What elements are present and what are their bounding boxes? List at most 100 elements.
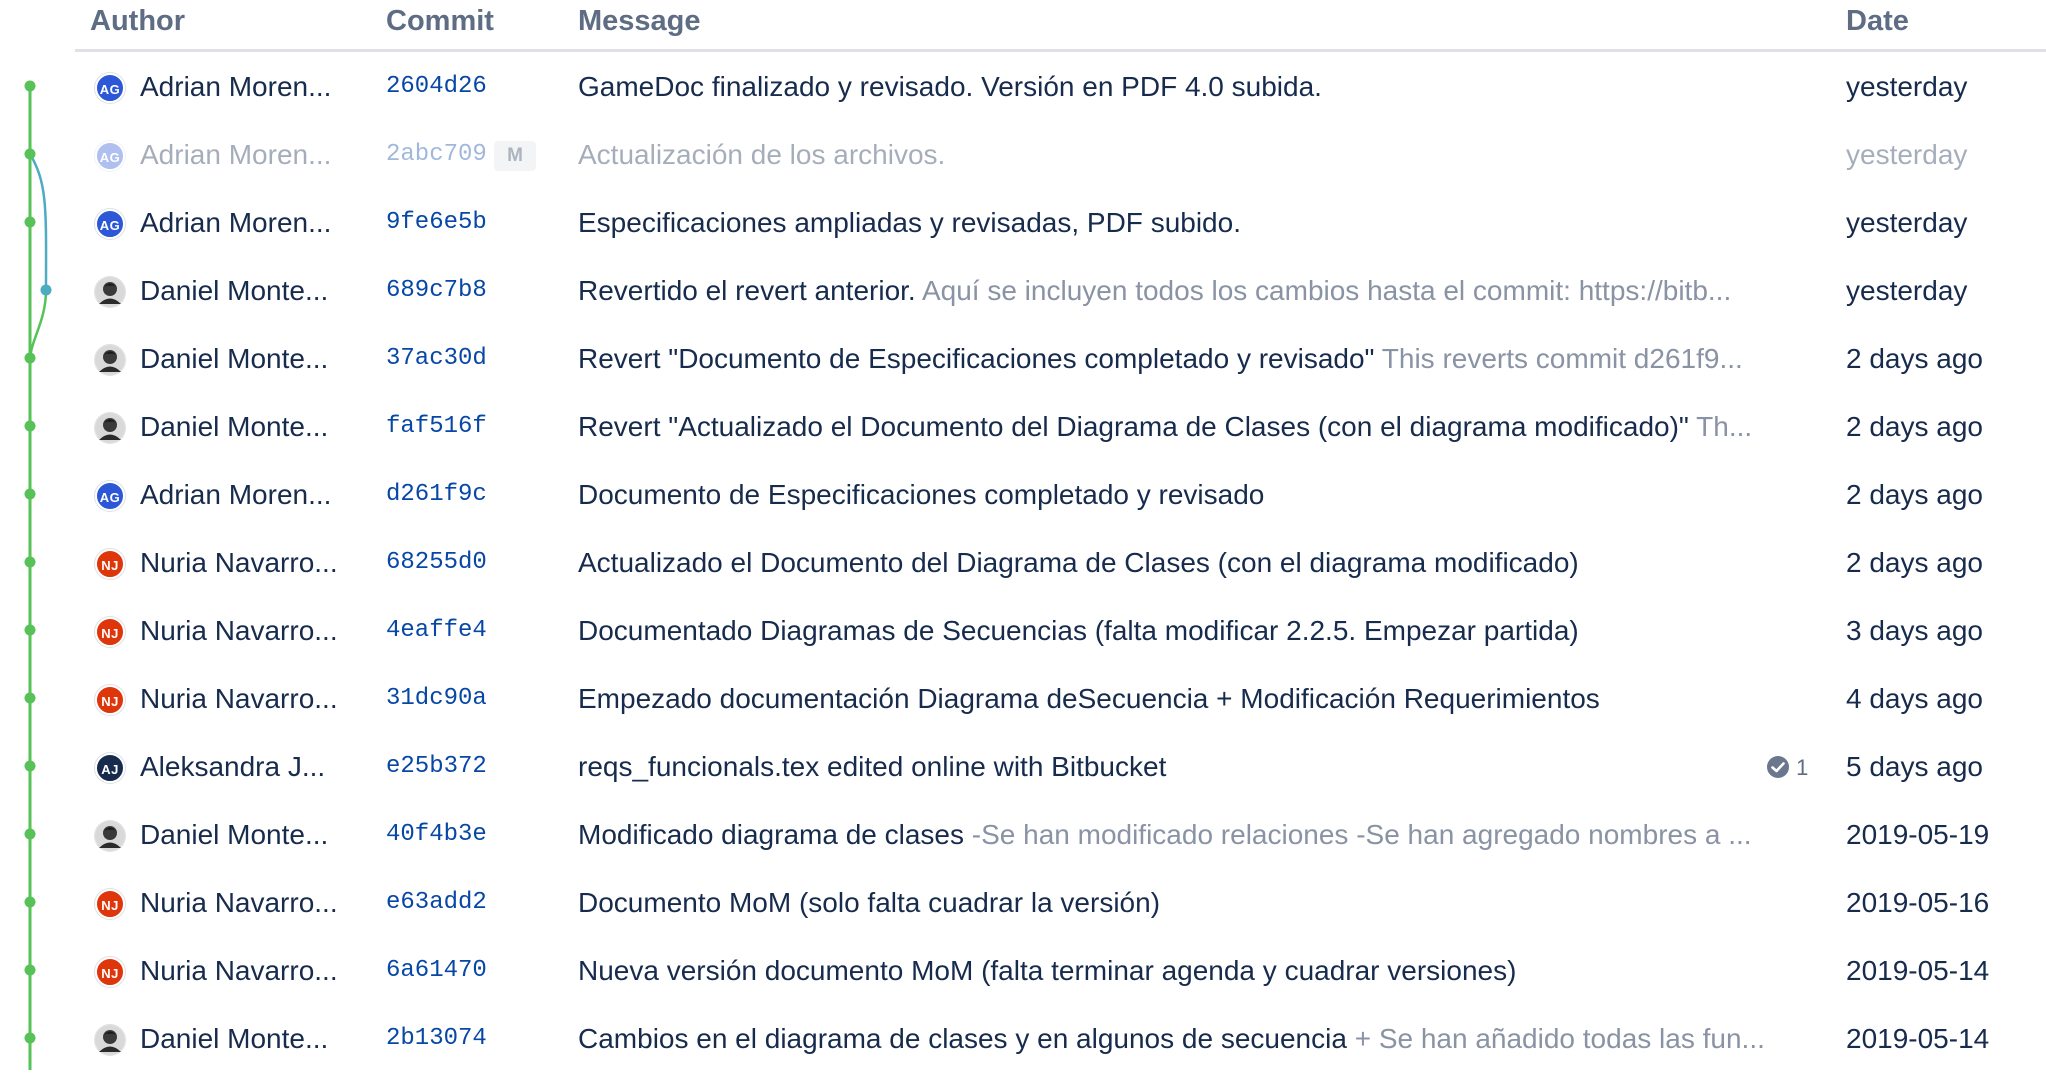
commit-message-link[interactable]: Empezado documentación Diagrama deSecuen… — [578, 679, 1794, 719]
commit-date: 5 days ago — [1846, 751, 1983, 782]
build-status[interactable]: 1 — [1766, 754, 1808, 782]
commit-date: yesterday — [1846, 71, 1968, 102]
commit-message-link[interactable]: Documento MoM (solo falta cuadrar la ver… — [578, 883, 1794, 923]
author-avatar[interactable] — [95, 821, 125, 851]
commit-message-title: Documento de Especificaciones completado… — [578, 479, 1265, 510]
commit-hash-link[interactable]: 6a61470 — [386, 953, 487, 989]
commit-row[interactable]: Daniel Monte... 40f4b3e Modificado diagram… — [0, 801, 2046, 869]
commit-date: 2019-05-16 — [1846, 887, 1990, 918]
commit-date: 3 days ago — [1846, 615, 1983, 646]
author-avatar[interactable]: AG — [95, 481, 125, 511]
commit-message-title: Revert "Documento de Especificaciones co… — [578, 343, 1375, 374]
commit-message-title: Modificado diagrama de clases — [578, 819, 964, 850]
author-name: Adrian Moren... — [140, 71, 332, 102]
commit-hash-link[interactable]: 31dc90a — [386, 681, 487, 717]
commit-row[interactable]: AJ Aleksandra J... e25b372 reqs_funcionals.… — [0, 733, 2046, 801]
author-avatar[interactable]: NJ — [95, 957, 125, 987]
commit-row[interactable]: NJ Nuria Navarro... 31dc90a Empezado docume… — [0, 665, 2046, 733]
commit-hash-link[interactable]: 2604d26 — [386, 69, 487, 105]
commit-row[interactable]: NJ Nuria Navarro... e63add2 Documento MoM (… — [0, 869, 2046, 937]
commit-message-link[interactable]: GameDoc finalizado y revisado. Versión e… — [578, 67, 1794, 107]
commit-message-link[interactable]: Documentado Diagramas de Secuencias (fal… — [578, 611, 1794, 651]
commit-message-title: Cambios en el diagrama de clases y en al… — [578, 1023, 1347, 1054]
commit-date: yesterday — [1846, 207, 1968, 238]
commit-message-link[interactable]: Cambios en el diagrama de clases y en al… — [578, 1019, 1794, 1059]
author-name: Nuria Navarro... — [140, 887, 338, 918]
commit-hash-link[interactable]: e25b372 — [386, 749, 487, 785]
commit-hash-link[interactable]: 2abc709 — [386, 137, 487, 173]
author-avatar[interactable]: AG — [95, 73, 125, 103]
commit-date: 2 days ago — [1846, 411, 1983, 442]
author-avatar[interactable] — [95, 277, 125, 307]
commit-column-header: Commit — [386, 5, 494, 37]
commit-message-title: reqs_funcionals.tex edited online with B… — [578, 751, 1167, 782]
commit-row[interactable]: NJ Nuria Navarro... 68255d0 Actualizado el … — [0, 529, 2046, 597]
author-avatar[interactable] — [95, 1025, 125, 1055]
commit-message-link[interactable]: Modificado diagrama de clases -Se han mo… — [578, 815, 1794, 855]
author-avatar[interactable]: AG — [95, 209, 125, 239]
check-circle-icon — [1767, 756, 1789, 778]
date-column-header: Date — [1846, 5, 1909, 37]
commit-row[interactable]: NJ Nuria Navarro... 4eaffe4 Documentado Dia… — [0, 597, 2046, 665]
author-name: Aleksandra J... — [140, 751, 326, 782]
header-divider — [75, 49, 2046, 52]
commit-row[interactable]: AG Adrian Moren... 9fe6e5b Especificaciones… — [0, 189, 2046, 257]
author-avatar[interactable]: NJ — [95, 685, 125, 715]
commit-message-detail: -Se han modificado relaciones -Se han ag… — [971, 819, 1752, 850]
commit-message-detail: + Se han añadido todas las fun... — [1354, 1023, 1765, 1054]
commit-hash-link[interactable]: 9fe6e5b — [386, 205, 487, 241]
commit-message-title: Especificaciones ampliadas y revisadas, … — [578, 207, 1241, 238]
commit-row[interactable]: Daniel Monte... 37ac30d Revert "Documento … — [0, 325, 2046, 393]
commit-message-link[interactable]: Especificaciones ampliadas y revisadas, … — [578, 203, 1794, 243]
commit-row[interactable]: AG Adrian Moren... d261f9c Documento de Esp… — [0, 461, 2046, 529]
commit-message-title: Revert "Actualizado el Documento del Dia… — [578, 411, 1689, 442]
commit-message-link[interactable]: Revert "Documento de Especificaciones co… — [578, 339, 1794, 379]
author-name: Nuria Navarro... — [140, 547, 338, 578]
author-name: Adrian Moren... — [140, 479, 332, 510]
author-avatar[interactable] — [95, 345, 125, 375]
commit-hash-link[interactable]: 37ac30d — [386, 341, 487, 377]
commit-hash-link[interactable]: 40f4b3e — [386, 817, 487, 853]
author-avatar[interactable]: AG — [95, 141, 125, 171]
commit-message-title: GameDoc finalizado y revisado. Versión e… — [578, 71, 1322, 102]
merge-badge: M — [494, 141, 536, 171]
commit-message-title: Documento MoM (solo falta cuadrar la ver… — [578, 887, 1161, 918]
commit-message-link[interactable]: Revertido el revert anterior. Aquí se in… — [578, 271, 1794, 311]
commit-row[interactable]: Daniel Monte... 2b13074 Cambios en el diag… — [0, 1005, 2046, 1073]
commit-message-title: Empezado documentación Diagrama deSecuen… — [578, 683, 1600, 714]
commit-row[interactable]: Daniel Monte... 689c7b8 Revertido el rever… — [0, 257, 2046, 325]
author-name: Daniel Monte... — [140, 819, 329, 850]
author-avatar[interactable]: NJ — [95, 617, 125, 647]
commit-message-link[interactable]: Actualización de los archivos. — [578, 135, 1794, 175]
commit-message-title: Nueva versión documento MoM (falta termi… — [578, 955, 1517, 986]
commit-message-link[interactable]: reqs_funcionals.tex edited online with B… — [578, 747, 1794, 787]
author-name: Adrian Moren... — [140, 207, 332, 238]
author-avatar[interactable] — [95, 413, 125, 443]
commit-hash-link[interactable]: 68255d0 — [386, 545, 487, 581]
commit-hash-link[interactable]: d261f9c — [386, 477, 487, 513]
commit-message-detail: Th... — [1696, 411, 1753, 442]
commit-date: 2019-05-19 — [1846, 819, 1990, 850]
commit-message-detail: This reverts commit d261f9... — [1381, 343, 1743, 374]
commit-date: yesterday — [1846, 139, 1968, 170]
commit-hash-link[interactable]: 4eaffe4 — [386, 613, 487, 649]
commit-hash-link[interactable]: 689c7b8 — [386, 273, 487, 309]
author-avatar[interactable]: NJ — [95, 549, 125, 579]
commit-message-link[interactable]: Revert "Actualizado el Documento del Dia… — [578, 407, 1794, 447]
commit-message-link[interactable]: Actualizado el Documento del Diagrama de… — [578, 543, 1794, 583]
message-column-header: Message — [578, 5, 701, 37]
commit-message-link[interactable]: Nueva versión documento MoM (falta termi… — [578, 951, 1794, 991]
commit-hash-link[interactable]: e63add2 — [386, 885, 487, 921]
commit-row[interactable]: NJ Nuria Navarro... 6a61470 Nueva versión d… — [0, 937, 2046, 1005]
commit-hash-link[interactable]: faf516f — [386, 409, 487, 445]
commit-row[interactable]: Daniel Monte... faf516f Revert "Actualizad… — [0, 393, 2046, 461]
commit-hash-link[interactable]: 2b13074 — [386, 1021, 487, 1057]
commit-row[interactable]: AG Adrian Moren... 2604d26 GameDoc finaliza… — [0, 53, 2046, 121]
author-avatar[interactable]: AJ — [95, 753, 125, 783]
commit-date: 2 days ago — [1846, 479, 1983, 510]
commit-message-link[interactable]: Documento de Especificaciones completado… — [578, 475, 1794, 515]
commit-row[interactable]: AG Adrian Moren... 2abc709 M Actualización d… — [0, 121, 2046, 189]
author-avatar[interactable]: NJ — [95, 889, 125, 919]
author-name: Daniel Monte... — [140, 1023, 329, 1054]
commit-list-header: Author Commit Message Date — [0, 0, 2046, 52]
